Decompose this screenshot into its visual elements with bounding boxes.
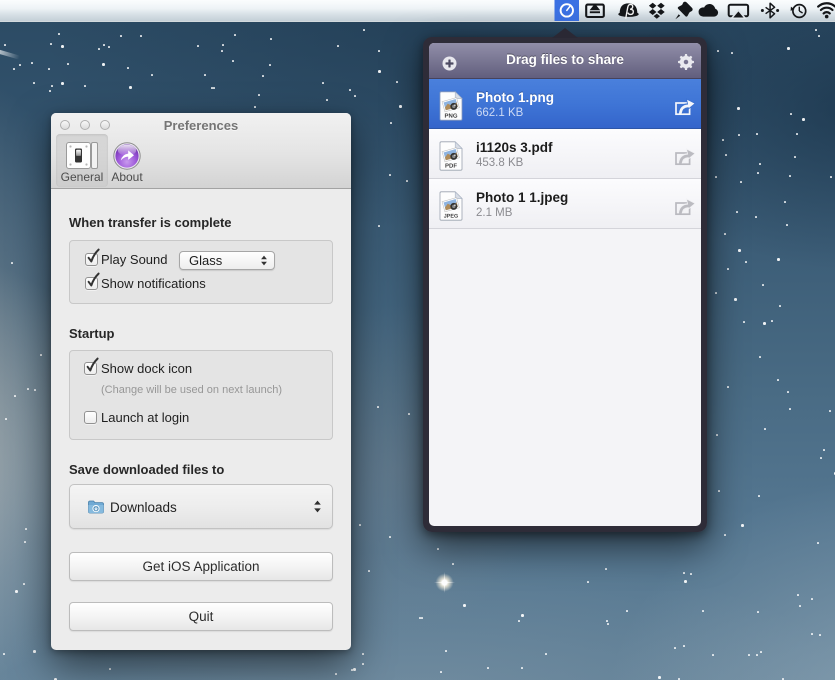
- svg-text:JPEG: JPEG: [444, 214, 458, 220]
- svg-text:PDF: PDF: [445, 164, 457, 170]
- svg-text:PNG: PNG: [444, 114, 457, 120]
